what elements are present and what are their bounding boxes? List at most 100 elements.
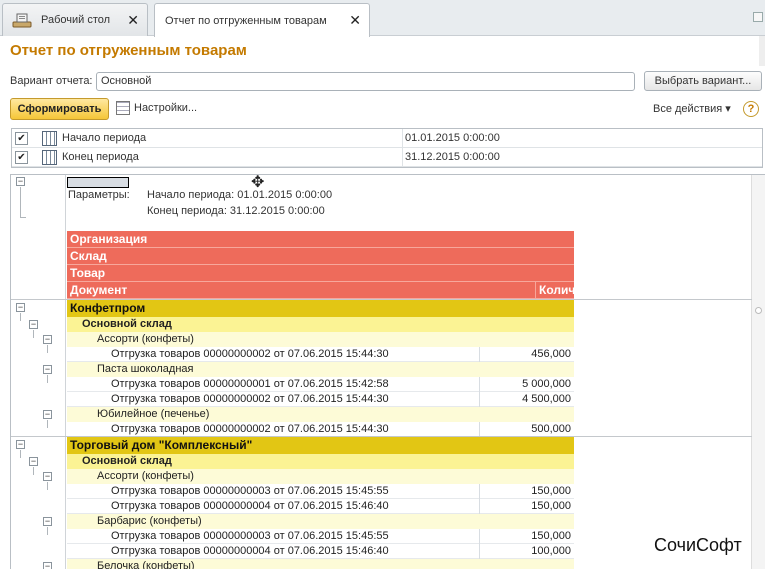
row-quantity: 500,000 — [531, 423, 571, 435]
report-row[interactable]: Отгрузка товаров 00000000003 от 07.06.20… — [67, 484, 574, 499]
tree-line — [47, 375, 48, 383]
collapse-icon[interactable]: − — [43, 410, 52, 419]
tree-line — [20, 450, 21, 458]
header-warehouse: Склад — [67, 248, 574, 265]
report-param-start: Начало периода: 01.01.2015 0:00:00 — [147, 189, 333, 201]
generate-button[interactable]: Сформировать — [10, 98, 109, 120]
report-row[interactable]: Отгрузка товаров 00000000004 от 07.06.20… — [67, 544, 574, 559]
all-actions-menu[interactable]: Все действия ▾ — [653, 102, 731, 115]
report-param-end: Конец периода: 31.12.2015 0:00:00 — [147, 205, 325, 217]
close-icon[interactable]: ✕ — [349, 13, 361, 27]
report-row[interactable]: Паста шоколадная — [67, 362, 574, 377]
parameter-value[interactable]: 31.12.2015 0:00:00 — [405, 151, 500, 163]
checkbox-start-period[interactable]: ✔ — [15, 132, 28, 145]
collapse-icon[interactable]: − — [16, 440, 25, 449]
tab-report-label: Отчет по отгруженным товарам — [165, 14, 327, 27]
header-organization: Организация — [67, 231, 574, 248]
variant-label: Вариант отчета: — [10, 75, 93, 87]
tree-line — [33, 467, 34, 475]
desktop-icon — [12, 13, 32, 28]
header-document-row: Документ Количество — [67, 282, 609, 299]
collapse-icon[interactable]: − — [43, 365, 52, 374]
row-text: Отгрузка товаров 00000000002 от 07.06.20… — [111, 348, 389, 360]
report-row[interactable]: Отгрузка товаров 00000000001 от 07.06.20… — [67, 377, 574, 392]
row-quantity: 150,000 — [531, 500, 571, 512]
report-row[interactable]: Отгрузка товаров 00000000002 от 07.06.20… — [67, 392, 574, 407]
collapse-icon[interactable]: − — [16, 177, 25, 186]
tab-desktop-label: Рабочий стол — [41, 14, 111, 26]
column-separator — [479, 347, 480, 362]
report-row[interactable]: Отгрузка товаров 00000000003 от 07.06.20… — [67, 529, 574, 544]
report-row[interactable]: Основной склад — [67, 454, 574, 469]
row-text: Ассорти (конфеты) — [97, 470, 194, 482]
tab-desktop[interactable]: Рабочий стол ✕ — [2, 3, 148, 36]
report-row[interactable]: Ассорти (конфеты) — [67, 332, 574, 347]
calendar-icon — [42, 150, 57, 165]
help-icon[interactable]: ? — [743, 101, 759, 117]
parameter-label: Начало периода — [62, 132, 147, 144]
tree-line — [47, 345, 48, 353]
report-row[interactable]: Отгрузка товаров 00000000002 от 07.06.20… — [67, 422, 574, 437]
column-separator — [479, 484, 480, 499]
row-quantity: 150,000 — [531, 530, 571, 542]
report-row[interactable]: Барбарис (конфеты) — [67, 514, 574, 529]
report-row[interactable]: Отгрузка товаров 00000000002 от 07.06.20… — [67, 347, 574, 362]
vertical-scrollbar[interactable] — [751, 175, 765, 569]
tabs-menu-icon[interactable] — [753, 12, 763, 22]
column-separator — [479, 529, 480, 544]
row-text: Барбарис (конфеты) — [97, 515, 202, 527]
choose-variant-button[interactable]: Выбрать вариант... — [644, 71, 762, 91]
column-separator — [402, 129, 403, 147]
row-text: Отгрузка товаров 00000000002 от 07.06.20… — [111, 393, 389, 405]
parameter-row[interactable]: ✔ Начало периода 01.01.2015 0:00:00 — [12, 129, 762, 148]
variant-input[interactable]: Основной — [96, 72, 635, 91]
parameter-label: Конец периода — [62, 151, 139, 163]
divider — [11, 436, 752, 437]
page-title: Отчет по отгруженным товарам — [10, 42, 247, 59]
report-row[interactable]: Конфетпром — [67, 300, 574, 317]
collapse-icon[interactable]: − — [43, 335, 52, 344]
tree-line — [20, 217, 26, 218]
row-text: Ассорти (конфеты) — [97, 333, 194, 345]
column-separator — [479, 422, 480, 437]
collapse-icon[interactable]: − — [43, 517, 52, 526]
report-row[interactable]: Белочка (конфеты) — [67, 559, 574, 569]
report-row[interactable]: Юбилейное (печенье) — [67, 407, 574, 422]
row-text: Отгрузка товаров 00000000002 от 07.06.20… — [111, 423, 389, 435]
report-row[interactable]: Ассорти (конфеты) — [67, 469, 574, 484]
report-row[interactable]: Отгрузка товаров 00000000004 от 07.06.20… — [67, 499, 574, 514]
row-quantity: 100,000 — [531, 545, 571, 557]
close-icon[interactable]: ✕ — [127, 13, 139, 27]
settings-button[interactable]: Настройки... — [116, 101, 197, 115]
row-text: Паста шоколадная — [97, 363, 194, 375]
parameters-table: ✔ Начало периода 01.01.2015 0:00:00 ✔ Ко… — [11, 128, 763, 168]
row-quantity: 456,000 — [531, 348, 571, 360]
column-separator — [479, 544, 480, 559]
parameter-value[interactable]: 01.01.2015 0:00:00 — [405, 132, 500, 144]
row-text: Отгрузка товаров 00000000003 от 07.06.20… — [111, 530, 389, 542]
report-area[interactable]: − Параметры: Начало периода: 01.01.2015 … — [10, 174, 765, 569]
tree-line — [33, 330, 34, 338]
row-text: Торговый дом "Комплексный" — [70, 438, 253, 452]
report-title-cell[interactable] — [67, 177, 129, 188]
tab-report[interactable]: Отчет по отгруженным товарам ✕ — [154, 3, 370, 37]
collapse-icon[interactable]: − — [29, 457, 38, 466]
header-document: Документ — [70, 283, 128, 297]
report-row[interactable]: Основной склад — [67, 317, 574, 332]
checkbox-end-period[interactable]: ✔ — [15, 151, 28, 164]
collapse-icon[interactable]: − — [43, 562, 52, 569]
report-row[interactable]: Торговый дом "Комплексный" — [67, 437, 574, 454]
collapse-icon[interactable]: − — [29, 320, 38, 329]
row-text: Отгрузка товаров 00000000001 от 07.06.20… — [111, 378, 389, 390]
collapse-icon[interactable]: − — [43, 472, 52, 481]
settings-label: Настройки... — [134, 102, 198, 114]
column-separator — [479, 392, 480, 407]
tree-line — [47, 420, 48, 428]
scroll-thumb[interactable] — [755, 307, 762, 314]
scrollbar[interactable] — [759, 36, 765, 66]
row-text: Юбилейное (печенье) — [97, 408, 210, 420]
parameter-row[interactable]: ✔ Конец периода 31.12.2015 0:00:00 — [12, 148, 762, 167]
column-separator — [479, 499, 480, 514]
collapse-icon[interactable]: − — [16, 303, 25, 312]
tree-line — [20, 187, 21, 217]
